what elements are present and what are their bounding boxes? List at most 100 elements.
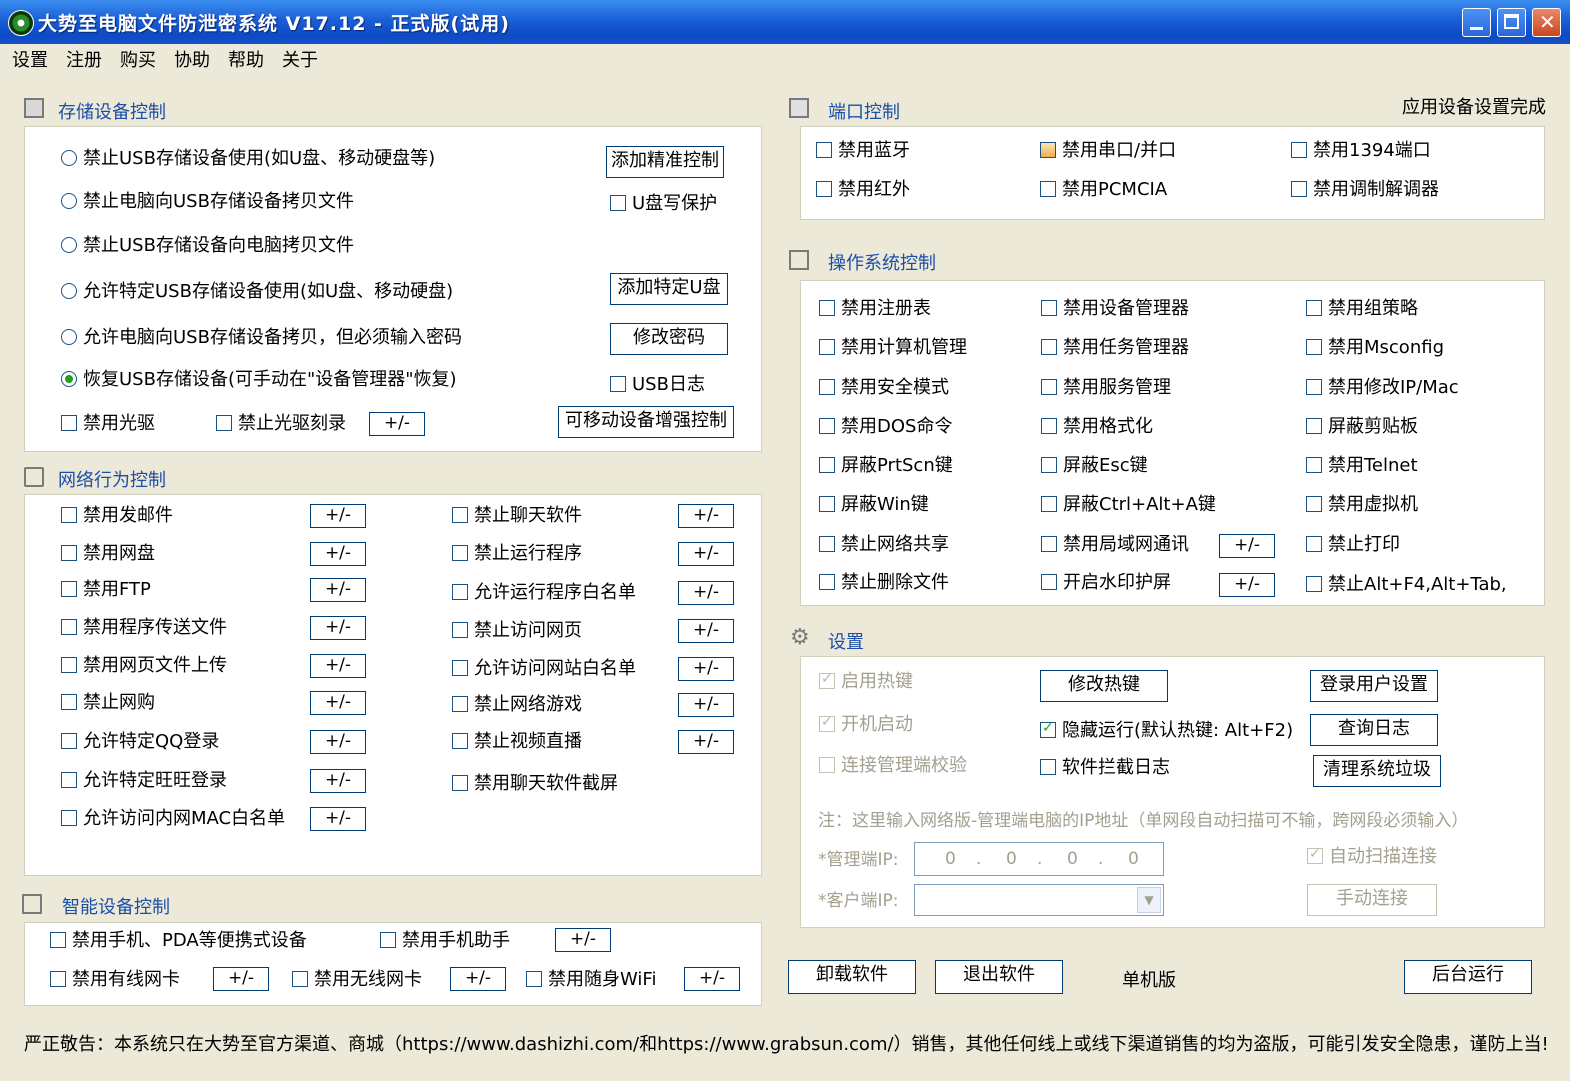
change-hotkey-button[interactable]: 修改热键 xyxy=(1040,670,1168,702)
network-left-8-checkbox[interactable] xyxy=(61,810,77,826)
disable-cd-burn-checkbox[interactable] xyxy=(216,415,232,431)
os-col2-4-checkbox[interactable] xyxy=(1041,457,1057,473)
auto-start-checkbox[interactable]: ✓ xyxy=(819,714,835,732)
auto-scan-connect-checkbox[interactable]: ✓ xyxy=(1307,846,1323,864)
wireless-nic-plus-minus-button[interactable]: +/- xyxy=(450,967,506,991)
os-col1-0-checkbox[interactable] xyxy=(819,300,835,316)
close-button[interactable]: ✕ xyxy=(1532,8,1561,37)
os-col1-3-checkbox[interactable] xyxy=(819,418,835,434)
add-precise-control-button[interactable]: 添加精准控制 xyxy=(606,146,724,178)
disable-phone-assistant-checkbox[interactable] xyxy=(380,932,396,948)
intercept-log-checkbox[interactable] xyxy=(1040,759,1056,775)
portable-wifi-plus-minus-button[interactable]: +/- xyxy=(684,967,740,991)
network-right-7-checkbox[interactable] xyxy=(452,775,468,791)
disable-portable-devices-checkbox[interactable] xyxy=(50,932,66,948)
storage-option-4-radio[interactable] xyxy=(61,329,77,345)
storage-option-0-radio[interactable] xyxy=(61,150,77,166)
network-right-4-checkbox[interactable] xyxy=(452,660,468,676)
maximize-button[interactable] xyxy=(1497,8,1526,37)
usb-write-protect-checkbox[interactable] xyxy=(610,195,626,211)
uninstall-button[interactable]: 卸载软件 xyxy=(788,960,916,994)
os-col2-2-checkbox[interactable] xyxy=(1041,379,1057,395)
os-col3-7-checkbox[interactable] xyxy=(1306,576,1322,592)
network-right-5-checkbox[interactable] xyxy=(452,696,468,712)
network-left-plus-minus-0[interactable]: +/- xyxy=(310,504,366,528)
run-background-button[interactable]: 后台运行 xyxy=(1404,960,1532,994)
enable-hotkey-checkbox[interactable]: ✓ xyxy=(819,671,835,689)
menu-item[interactable]: 设置 xyxy=(12,46,48,72)
menu-item[interactable]: 注册 xyxy=(66,46,102,72)
os-col1-2-checkbox[interactable] xyxy=(819,379,835,395)
wired-nic-plus-minus-button[interactable]: +/- xyxy=(213,967,269,991)
os-col2-1-checkbox[interactable] xyxy=(1041,339,1057,355)
network-right-plus-minus-4[interactable]: +/- xyxy=(678,657,734,681)
change-password-button[interactable]: 修改密码 xyxy=(610,323,728,355)
hidden-run-checkbox[interactable]: ✓ xyxy=(1040,720,1056,738)
os-col1-6-checkbox[interactable] xyxy=(819,536,835,552)
os-col1-4-checkbox[interactable] xyxy=(819,457,835,473)
os-col2-7-checkbox[interactable] xyxy=(1041,574,1057,590)
network-left-plus-minus-6[interactable]: +/- xyxy=(310,730,366,754)
add-specific-udisk-button[interactable]: 添加特定U盘 xyxy=(610,273,728,305)
clean-system-button[interactable]: 清理系统垃圾 xyxy=(1313,755,1441,787)
menu-item[interactable]: 协助 xyxy=(174,46,210,72)
network-left-plus-minus-1[interactable]: +/- xyxy=(310,542,366,566)
os-col1-5-checkbox[interactable] xyxy=(819,496,835,512)
network-right-2-checkbox[interactable] xyxy=(452,584,468,600)
network-right-0-checkbox[interactable] xyxy=(452,507,468,523)
network-left-1-checkbox[interactable] xyxy=(61,545,77,561)
os-col3-6-checkbox[interactable] xyxy=(1306,536,1322,552)
removable-enhanced-control-button[interactable]: 可移动设备增强控制 xyxy=(558,406,734,438)
verify-admin-connection-checkbox[interactable] xyxy=(819,757,835,773)
os-col1-1-checkbox[interactable] xyxy=(819,339,835,355)
cd-burn-plus-minus-button[interactable]: +/- xyxy=(369,412,425,436)
network-left-3-checkbox[interactable] xyxy=(61,619,77,635)
exit-button[interactable]: 退出软件 xyxy=(935,960,1063,994)
network-right-3-checkbox[interactable] xyxy=(452,622,468,638)
network-left-5-checkbox[interactable] xyxy=(61,694,77,710)
phone-assistant-plus-minus-button[interactable]: +/- xyxy=(555,928,611,952)
port-3-checkbox[interactable] xyxy=(816,181,832,197)
os-col2-5-checkbox[interactable] xyxy=(1041,496,1057,512)
os-col3-3-checkbox[interactable] xyxy=(1306,418,1322,434)
port-1-checkbox[interactable] xyxy=(1040,142,1056,158)
os-col3-2-checkbox[interactable] xyxy=(1306,379,1322,395)
network-right-plus-minus-3[interactable]: +/- xyxy=(678,619,734,643)
storage-option-1-radio[interactable] xyxy=(61,193,77,209)
os-col3-0-checkbox[interactable] xyxy=(1306,300,1322,316)
os-col2-6-checkbox[interactable] xyxy=(1041,536,1057,552)
os-col3-4-checkbox[interactable] xyxy=(1306,457,1322,473)
port-0-checkbox[interactable] xyxy=(816,142,832,158)
menu-item[interactable]: 购买 xyxy=(120,46,156,72)
storage-option-2-radio[interactable] xyxy=(61,237,77,253)
network-right-plus-minus-0[interactable]: +/- xyxy=(678,504,734,528)
network-left-plus-minus-7[interactable]: +/- xyxy=(310,769,366,793)
network-left-plus-minus-8[interactable]: +/- xyxy=(310,807,366,831)
port-4-checkbox[interactable] xyxy=(1040,181,1056,197)
disable-wireless-nic-checkbox[interactable] xyxy=(292,971,308,987)
menu-item[interactable]: 关于 xyxy=(282,46,318,72)
network-left-0-checkbox[interactable] xyxy=(61,507,77,523)
disable-portable-wifi-checkbox[interactable] xyxy=(526,971,542,987)
os-col1-7-checkbox[interactable] xyxy=(819,574,835,590)
minimize-button[interactable] xyxy=(1462,8,1491,37)
os-col3-5-checkbox[interactable] xyxy=(1306,496,1322,512)
os-col2-3-checkbox[interactable] xyxy=(1041,418,1057,434)
disable-wired-nic-checkbox[interactable] xyxy=(50,971,66,987)
storage-option-5-radio[interactable] xyxy=(61,371,77,387)
network-left-6-checkbox[interactable] xyxy=(61,733,77,749)
network-right-plus-minus-6[interactable]: +/- xyxy=(678,730,734,754)
port-5-checkbox[interactable] xyxy=(1291,181,1307,197)
os-col2-0-checkbox[interactable] xyxy=(1041,300,1057,316)
network-left-plus-minus-5[interactable]: +/- xyxy=(310,691,366,715)
network-left-4-checkbox[interactable] xyxy=(61,657,77,673)
network-right-plus-minus-5[interactable]: +/- xyxy=(678,693,734,717)
network-right-1-checkbox[interactable] xyxy=(452,545,468,561)
network-left-plus-minus-3[interactable]: +/- xyxy=(310,616,366,640)
network-left-plus-minus-4[interactable]: +/- xyxy=(310,654,366,678)
usb-log-checkbox[interactable] xyxy=(610,376,626,392)
network-left-plus-minus-2[interactable]: +/- xyxy=(310,578,366,602)
disable-cdrom-checkbox[interactable] xyxy=(61,415,77,431)
storage-option-3-radio[interactable] xyxy=(61,283,77,299)
query-log-button[interactable]: 查询日志 xyxy=(1310,714,1438,746)
